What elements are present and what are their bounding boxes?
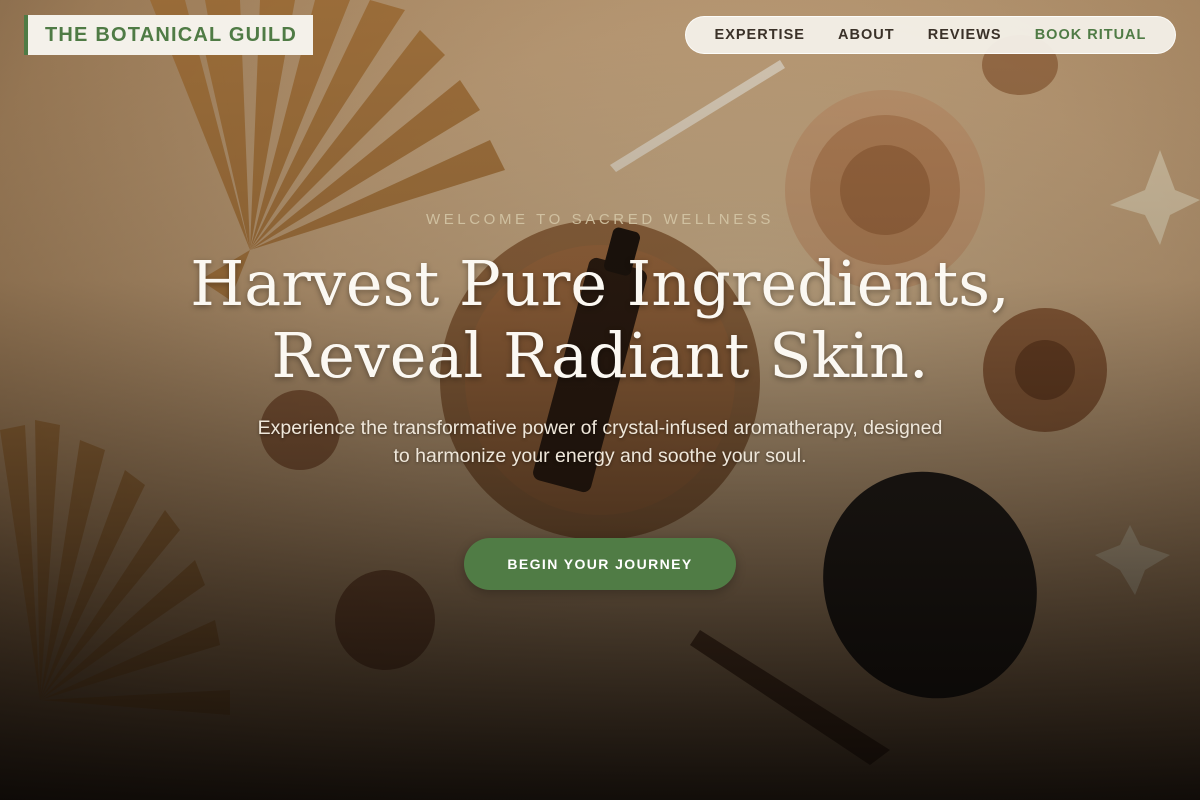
begin-journey-button[interactable]: BEGIN YOUR JOURNEY	[464, 538, 736, 590]
main-nav: EXPERTISE ABOUT REVIEWS BOOK RITUAL	[685, 16, 1176, 54]
hero-headline-line1: Harvest Pure Ingredients,	[190, 247, 1010, 320]
nav-item-book-ritual[interactable]: BOOK RITUAL	[1035, 27, 1147, 43]
hero-headline: Harvest Pure Ingredients, Reveal Radiant…	[100, 248, 1100, 392]
hero-headline-line2: Reveal Radiant Skin.	[271, 319, 929, 392]
nav-item-expertise[interactable]: EXPERTISE	[715, 27, 805, 43]
hero-dark-overlay	[0, 0, 1200, 800]
nav-item-about[interactable]: ABOUT	[838, 27, 895, 43]
brand-logo[interactable]: THE BOTANICAL GUILD	[24, 15, 314, 55]
hero-eyebrow: WELCOME TO SACRED WELLNESS	[425, 211, 775, 228]
hero-subtext: Experience the transformative power of c…	[257, 417, 943, 467]
nav-item-reviews[interactable]: REVIEWS	[928, 27, 1002, 43]
